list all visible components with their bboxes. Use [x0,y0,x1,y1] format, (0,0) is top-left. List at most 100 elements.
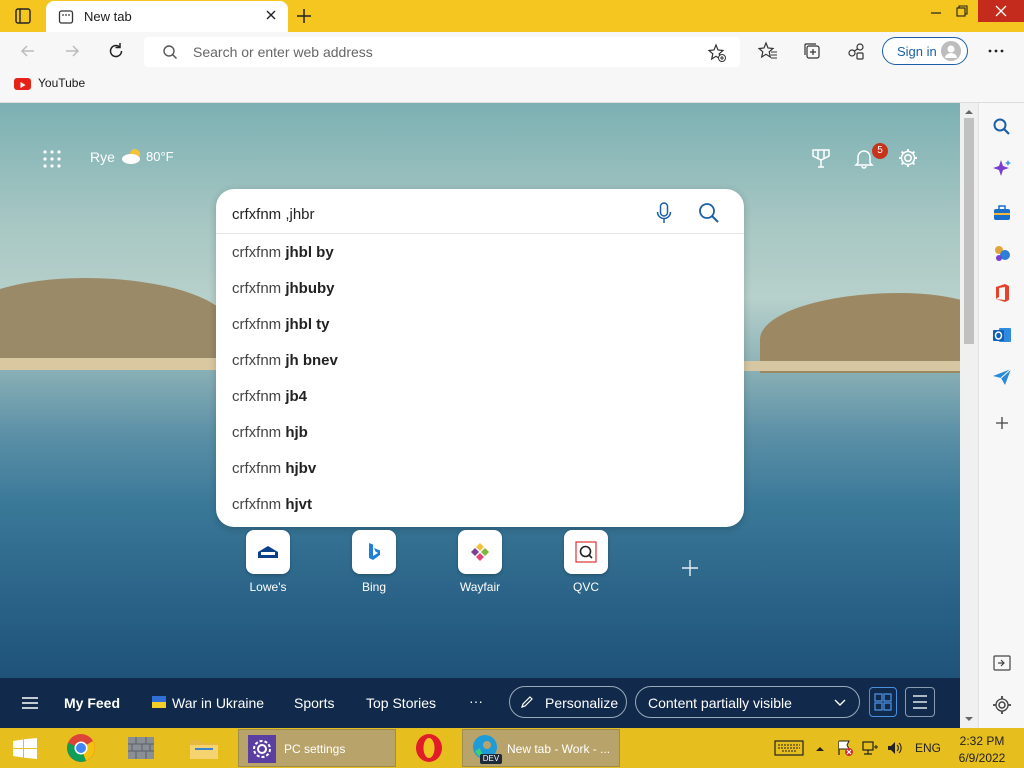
bing-logo [366,542,382,562]
feed-tab-war-in-ukraine[interactable]: War in Ukraine [172,695,264,711]
rewards-icon[interactable] [810,147,832,169]
address-bar[interactable]: Search or enter web address [144,37,740,67]
file-explorer-icon[interactable] [188,734,220,762]
close-window-button[interactable] [978,0,1024,22]
edge-sidebar [978,103,1024,728]
search-suggestion[interactable]: crfxfnm hjbv [216,451,744,487]
feed-tab-my-feed[interactable]: My Feed [64,695,120,711]
add-quick-link-icon[interactable] [680,558,700,578]
more-options-icon[interactable] [986,41,1006,61]
settings-gear-icon[interactable] [897,147,919,169]
refresh-icon[interactable] [106,41,126,61]
microphone-icon[interactable] [654,201,674,225]
suggestion-completion: jhbl ty [285,316,330,333]
search-suggestion[interactable]: crfxfnm jh bnev [216,343,744,379]
quick-link-label: Bing [361,580,387,594]
add-favorite-icon[interactable] [707,43,727,63]
youtube-icon [14,78,31,90]
touch-keyboard-icon[interactable] [774,740,804,756]
lowes-logo [256,544,280,560]
sidebar-office-icon[interactable] [992,283,1012,303]
hamburger-menu-icon[interactable] [20,694,40,712]
sidebar-discover-icon[interactable] [992,159,1012,179]
tab-actions-icon[interactable] [14,7,32,25]
search-suggestion[interactable]: crfxfnm jhbuby [216,271,744,307]
chrome-icon[interactable] [66,733,96,763]
taskbar-pc-settings[interactable]: PC settings [238,729,396,767]
personalize-button[interactable]: Personalize [509,686,627,718]
quick-link-wayfair[interactable] [458,530,502,574]
scroll-up-icon[interactable] [960,105,978,119]
suggestion-completion: hjvt [285,496,313,513]
volume-icon[interactable] [886,739,904,757]
list-layout-button[interactable] [905,687,935,717]
quick-link-bing[interactable] [352,530,396,574]
clock-time[interactable]: 2:32 PM [954,734,1010,748]
restore-icon[interactable] [952,3,972,19]
quick-link-label: Lowe's [249,580,287,594]
content-visibility-label: Content partially visible [648,695,792,711]
new-tab-page-icon [58,9,74,25]
quick-link-qvc[interactable] [564,530,608,574]
search-suggestion[interactable]: crfxfnm jhbl by [216,235,744,271]
suggestion-completion: jh bnev [285,352,338,369]
windows-start-icon[interactable] [12,738,38,760]
content-visibility-dropdown[interactable]: Content partially visible [635,686,860,718]
extensions-icon[interactable] [846,41,866,61]
search-suggestion[interactable]: crfxfnm jb4 [216,379,744,415]
feed-more-button[interactable]: ··· [469,693,483,709]
quick-link-label: Wayfair [459,580,501,594]
sign-in-button[interactable]: Sign in [882,37,968,65]
scroll-down-icon[interactable] [960,712,978,726]
grid-layout-button[interactable] [869,687,897,717]
back-icon[interactable] [18,41,38,61]
suggestion-prefix: crfxfnm [232,460,286,477]
chevron-down-icon [833,696,847,708]
scrollbar-thumb[interactable] [964,118,974,344]
search-suggestion[interactable]: crfxfnm hjb [216,415,744,451]
tab-new-tab[interactable]: New tab [46,1,288,32]
suggestion-completion: jb4 [285,388,308,405]
suggestion-completion: hjb [285,424,308,441]
new-tab-button[interactable] [294,6,314,26]
sidebar-tools-icon[interactable] [992,203,1012,223]
suggestion-completion: hjbv [285,460,317,477]
file-manager-icon[interactable] [126,734,156,762]
pc-settings-gear-icon [248,735,276,763]
taskbar-edge-window[interactable]: DEV New tab - Work - ... [462,729,620,767]
clock-date[interactable]: 6/9/2022 [954,751,1010,765]
quick-link-lowes[interactable] [246,530,290,574]
minimize-icon[interactable] [926,4,946,20]
weather-location[interactable]: Rye [90,149,115,165]
title-bar: New tab [0,0,1024,32]
collections-icon[interactable] [802,41,822,61]
feed-tab-top-stories[interactable]: Top Stories [366,695,436,711]
sidebar-add-icon[interactable] [992,413,1012,433]
sidebar-send-icon[interactable] [992,367,1012,387]
sidebar-outlook-icon[interactable] [992,325,1012,345]
favorites-bar: YouTube [0,70,1024,103]
search-input[interactable] [232,203,632,225]
opera-icon[interactable] [414,733,444,763]
forward-icon[interactable] [62,41,82,61]
network-icon[interactable] [861,739,879,757]
favorites-icon[interactable] [757,41,778,61]
search-submit-icon[interactable] [698,202,720,224]
sidebar-search-icon[interactable] [992,117,1012,137]
input-language-indicator[interactable]: ENG [915,741,941,755]
favorite-youtube[interactable]: YouTube [12,75,92,95]
taskbar-label: New tab - Work - ... [507,742,611,756]
sidebar-games-icon[interactable] [992,243,1012,263]
action-center-warning-icon[interactable] [836,739,854,757]
search-suggestion[interactable]: crfxfnm hjvt [216,487,744,523]
sidebar-collapse-icon[interactable] [992,653,1012,673]
close-tab-icon[interactable] [264,8,278,22]
search-suggestion[interactable]: crfxfnm jhbl ty [216,307,744,343]
weather-temperature[interactable]: 80°F [146,149,174,164]
tab-title: New tab [84,9,132,24]
feed-tab-sports[interactable]: Sports [294,695,334,711]
sign-in-label: Sign in [897,44,937,59]
sidebar-settings-icon[interactable] [992,695,1012,715]
apps-grid-icon[interactable] [42,149,62,169]
show-hidden-icons-chevron-icon[interactable] [814,742,826,754]
